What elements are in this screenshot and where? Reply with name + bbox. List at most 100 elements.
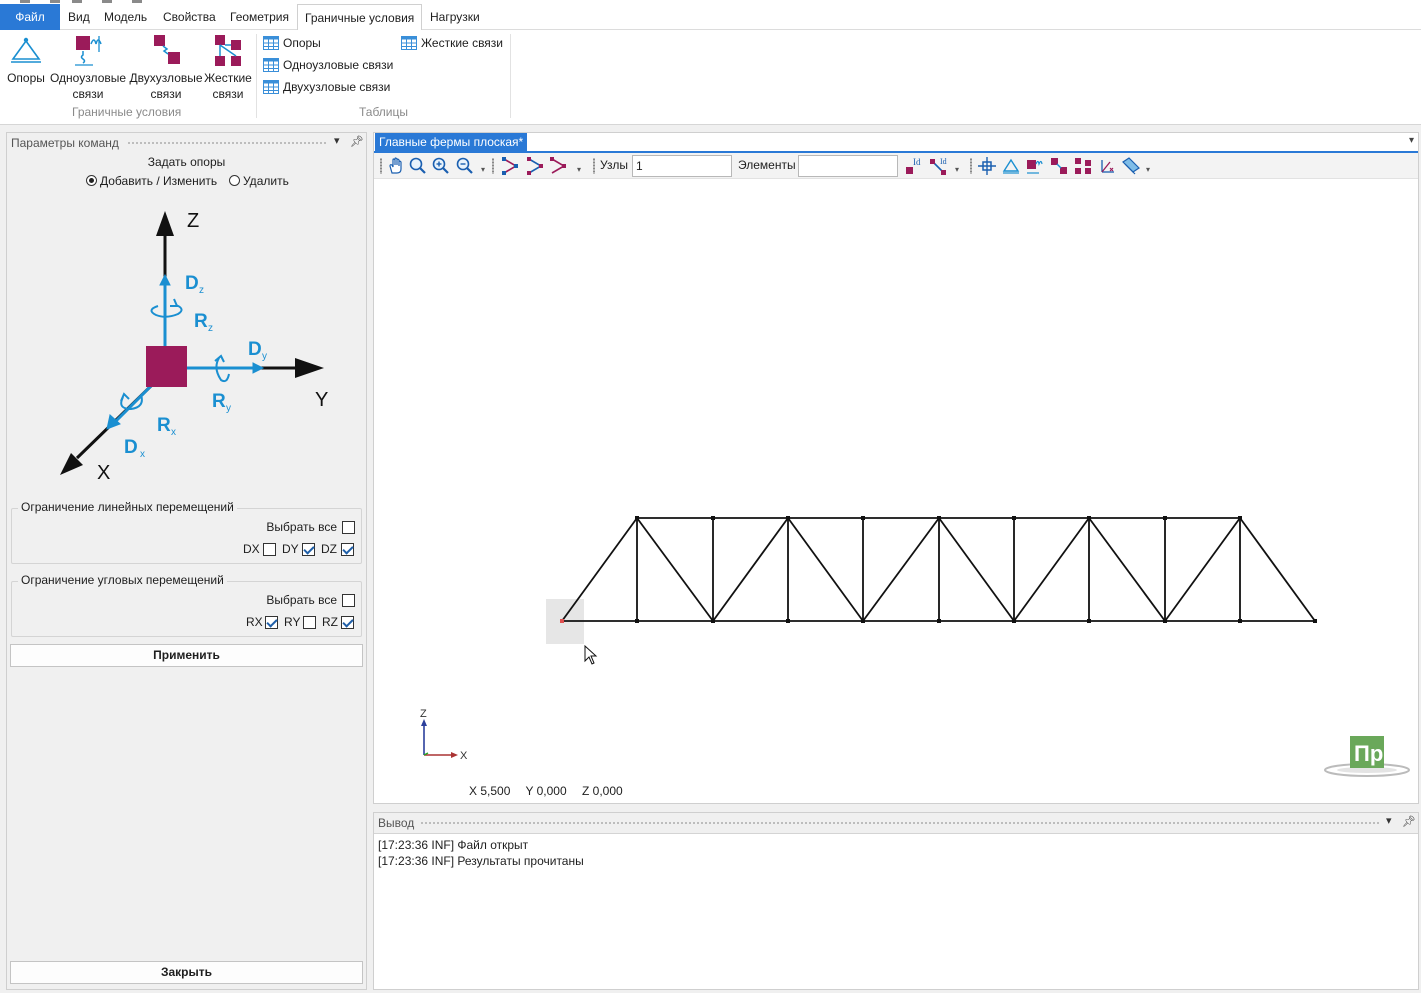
truss-model[interactable] <box>561 517 1316 622</box>
table-single-node-link[interactable]: Одноузловые связи <box>263 55 393 75</box>
elements-input[interactable] <box>798 155 898 177</box>
zoom-window-icon[interactable] <box>408 156 428 176</box>
node-display-icon[interactable] <box>977 156 997 176</box>
document-tab[interactable]: Главные фермы плоская* <box>375 133 528 151</box>
angular-constraints-title: Ограничение угловых перемещений <box>18 573 227 587</box>
radio-add[interactable]: Добавить / Изменить <box>86 174 217 188</box>
quick-access-toolbar <box>20 0 170 3</box>
angular-select-all-checkbox[interactable] <box>342 594 355 607</box>
viewport-axis-x-label: X <box>460 750 468 762</box>
id-dropdown-icon[interactable]: ▾ <box>955 165 959 174</box>
output-log[interactable]: [17:23:36 INF] Файл открыт [17:23:36 INF… <box>374 833 1418 989</box>
table-two-node-link[interactable]: Двухузловые связи <box>263 77 390 97</box>
rx-checkbox-label: RX <box>246 615 263 629</box>
document-list-icon[interactable]: ▾ <box>1409 135 1414 146</box>
ry-checkbox[interactable] <box>303 616 316 629</box>
supports-label: Опоры <box>7 71 45 85</box>
supports-button[interactable]: Опоры <box>4 32 48 86</box>
rx-checkbox[interactable] <box>265 616 278 629</box>
table-rigid-link[interactable]: Жесткие связи <box>401 33 503 53</box>
svg-text:Id: Id <box>940 157 947 166</box>
close-button[interactable]: Закрыть <box>10 961 363 984</box>
single-node-links-button[interactable]: Одноузловые связи <box>49 32 127 102</box>
log-line: [17:23:36 INF] Результаты прочитаны <box>378 854 584 868</box>
table-supports-label: Опоры <box>283 36 321 50</box>
show-two-node-links-icon[interactable] <box>1049 156 1069 176</box>
dz-checkbox-label: DZ <box>321 542 337 556</box>
dx-checkbox[interactable] <box>263 543 276 556</box>
selected-node-1[interactable] <box>560 619 564 623</box>
pan-hand-icon[interactable] <box>386 156 406 176</box>
show-rigid-links-icon[interactable] <box>1073 156 1093 176</box>
axis-y-label: Y <box>315 389 328 411</box>
tab-boundary-conditions[interactable]: Граничные условия <box>297 4 423 31</box>
zoom-in-icon[interactable] <box>431 156 451 176</box>
show-single-links-icon[interactable] <box>1025 156 1045 176</box>
view-toolbar: ▾ ▾ Узлы Элементы Id Id ▾ <box>374 153 1418 179</box>
coord-x: X 5,500 <box>469 784 511 798</box>
ry-label: R <box>212 391 226 412</box>
support-triangle-icon <box>11 37 41 63</box>
show-supports-icon[interactable] <box>1001 156 1021 176</box>
local-axes-icon[interactable] <box>1097 156 1117 176</box>
ribbon-tab-bar: Файл Вид Модель Свойства Геометрия Грани… <box>0 0 1421 31</box>
dx-arrow <box>106 383 154 430</box>
tab-model[interactable]: Модель <box>97 4 154 30</box>
table-rigid-label: Жесткие связи <box>421 36 504 50</box>
select-elements-icon[interactable] <box>525 156 545 176</box>
section-display-icon[interactable] <box>1121 156 1141 176</box>
select-all-icon[interactable] <box>548 156 568 176</box>
rigid-links-button[interactable]: Жесткие связи <box>204 32 252 102</box>
output-menu-icon[interactable]: ▾ <box>1386 814 1392 827</box>
zoom-dropdown-icon[interactable]: ▾ <box>481 165 485 174</box>
dof-diagram: Z Y X D z R z D y R y R x D x <box>60 210 328 484</box>
toolbar-grip <box>380 158 382 174</box>
node-id-icon[interactable]: Id <box>904 156 924 176</box>
zoom-out-icon[interactable] <box>455 156 475 176</box>
radio-add-label: Добавить / Изменить <box>100 174 218 188</box>
select-dropdown-icon[interactable]: ▾ <box>577 165 581 174</box>
two-node-links-button[interactable]: Двухузловые связи <box>129 32 203 102</box>
apply-button[interactable]: Применить <box>10 644 363 667</box>
pin-icon[interactable]: 📌︎ <box>350 135 364 148</box>
output-pin-icon[interactable]: 📌︎ <box>1402 815 1416 828</box>
table-supports-link[interactable]: Опоры <box>263 33 321 53</box>
coord-z: Z 0,000 <box>582 784 623 798</box>
mouse-cursor-icon <box>584 645 598 665</box>
tab-view[interactable]: Вид <box>61 4 97 30</box>
coord-y: Y 0,000 <box>525 784 567 798</box>
dz-label: D <box>185 273 199 294</box>
dy-checkbox[interactable] <box>302 543 315 556</box>
rx-label: R <box>157 415 171 436</box>
radio-delete-label: Удалить <box>243 174 289 188</box>
dz-checkbox[interactable] <box>341 543 354 556</box>
rz-checkbox[interactable] <box>341 616 354 629</box>
radio-delete[interactable]: Удалить <box>229 174 289 188</box>
element-id-icon[interactable]: Id <box>929 156 949 176</box>
tab-properties[interactable]: Свойства <box>156 4 223 30</box>
log-line: [17:23:36 INF] Файл открыт <box>378 838 529 852</box>
model-viewport[interactable]: Z X Пр <box>374 180 1418 803</box>
ribbon-group-separator <box>510 34 511 118</box>
linear-select-all-checkbox[interactable] <box>342 521 355 534</box>
ribbon: Опоры Одноузловые связи Двухузловые связ… <box>0 30 1421 125</box>
dy-checkbox-label: DY <box>282 542 299 556</box>
dx-checkbox-label: DX <box>243 542 260 556</box>
table-single-node-label: Одноузловые связи <box>283 58 394 72</box>
dx-sub: x <box>140 449 145 460</box>
tab-geometry[interactable]: Геометрия <box>223 4 296 30</box>
table-grid-icon <box>401 36 417 50</box>
linear-constraints-group: Ограничение линейных перемещений Выбрать… <box>11 500 362 564</box>
single-node-links-label-1: Одноузловые <box>49 71 127 85</box>
display-dropdown-icon[interactable]: ▾ <box>1146 165 1150 174</box>
command-parameters-panel: Параметры команд ▾ 📌︎ Задать опоры Добав… <box>6 132 367 990</box>
nodes-input[interactable] <box>632 155 732 177</box>
output-title-text: Вывод <box>378 816 415 830</box>
dz-sub: z <box>199 285 204 296</box>
panel-menu-icon[interactable]: ▾ <box>334 134 340 147</box>
select-nodes-icon[interactable] <box>500 156 520 176</box>
radio-add-control[interactable] <box>86 175 97 186</box>
tab-loads[interactable]: Нагрузки <box>423 4 487 30</box>
tab-file[interactable]: Файл <box>0 4 60 30</box>
radio-delete-control[interactable] <box>229 175 240 186</box>
